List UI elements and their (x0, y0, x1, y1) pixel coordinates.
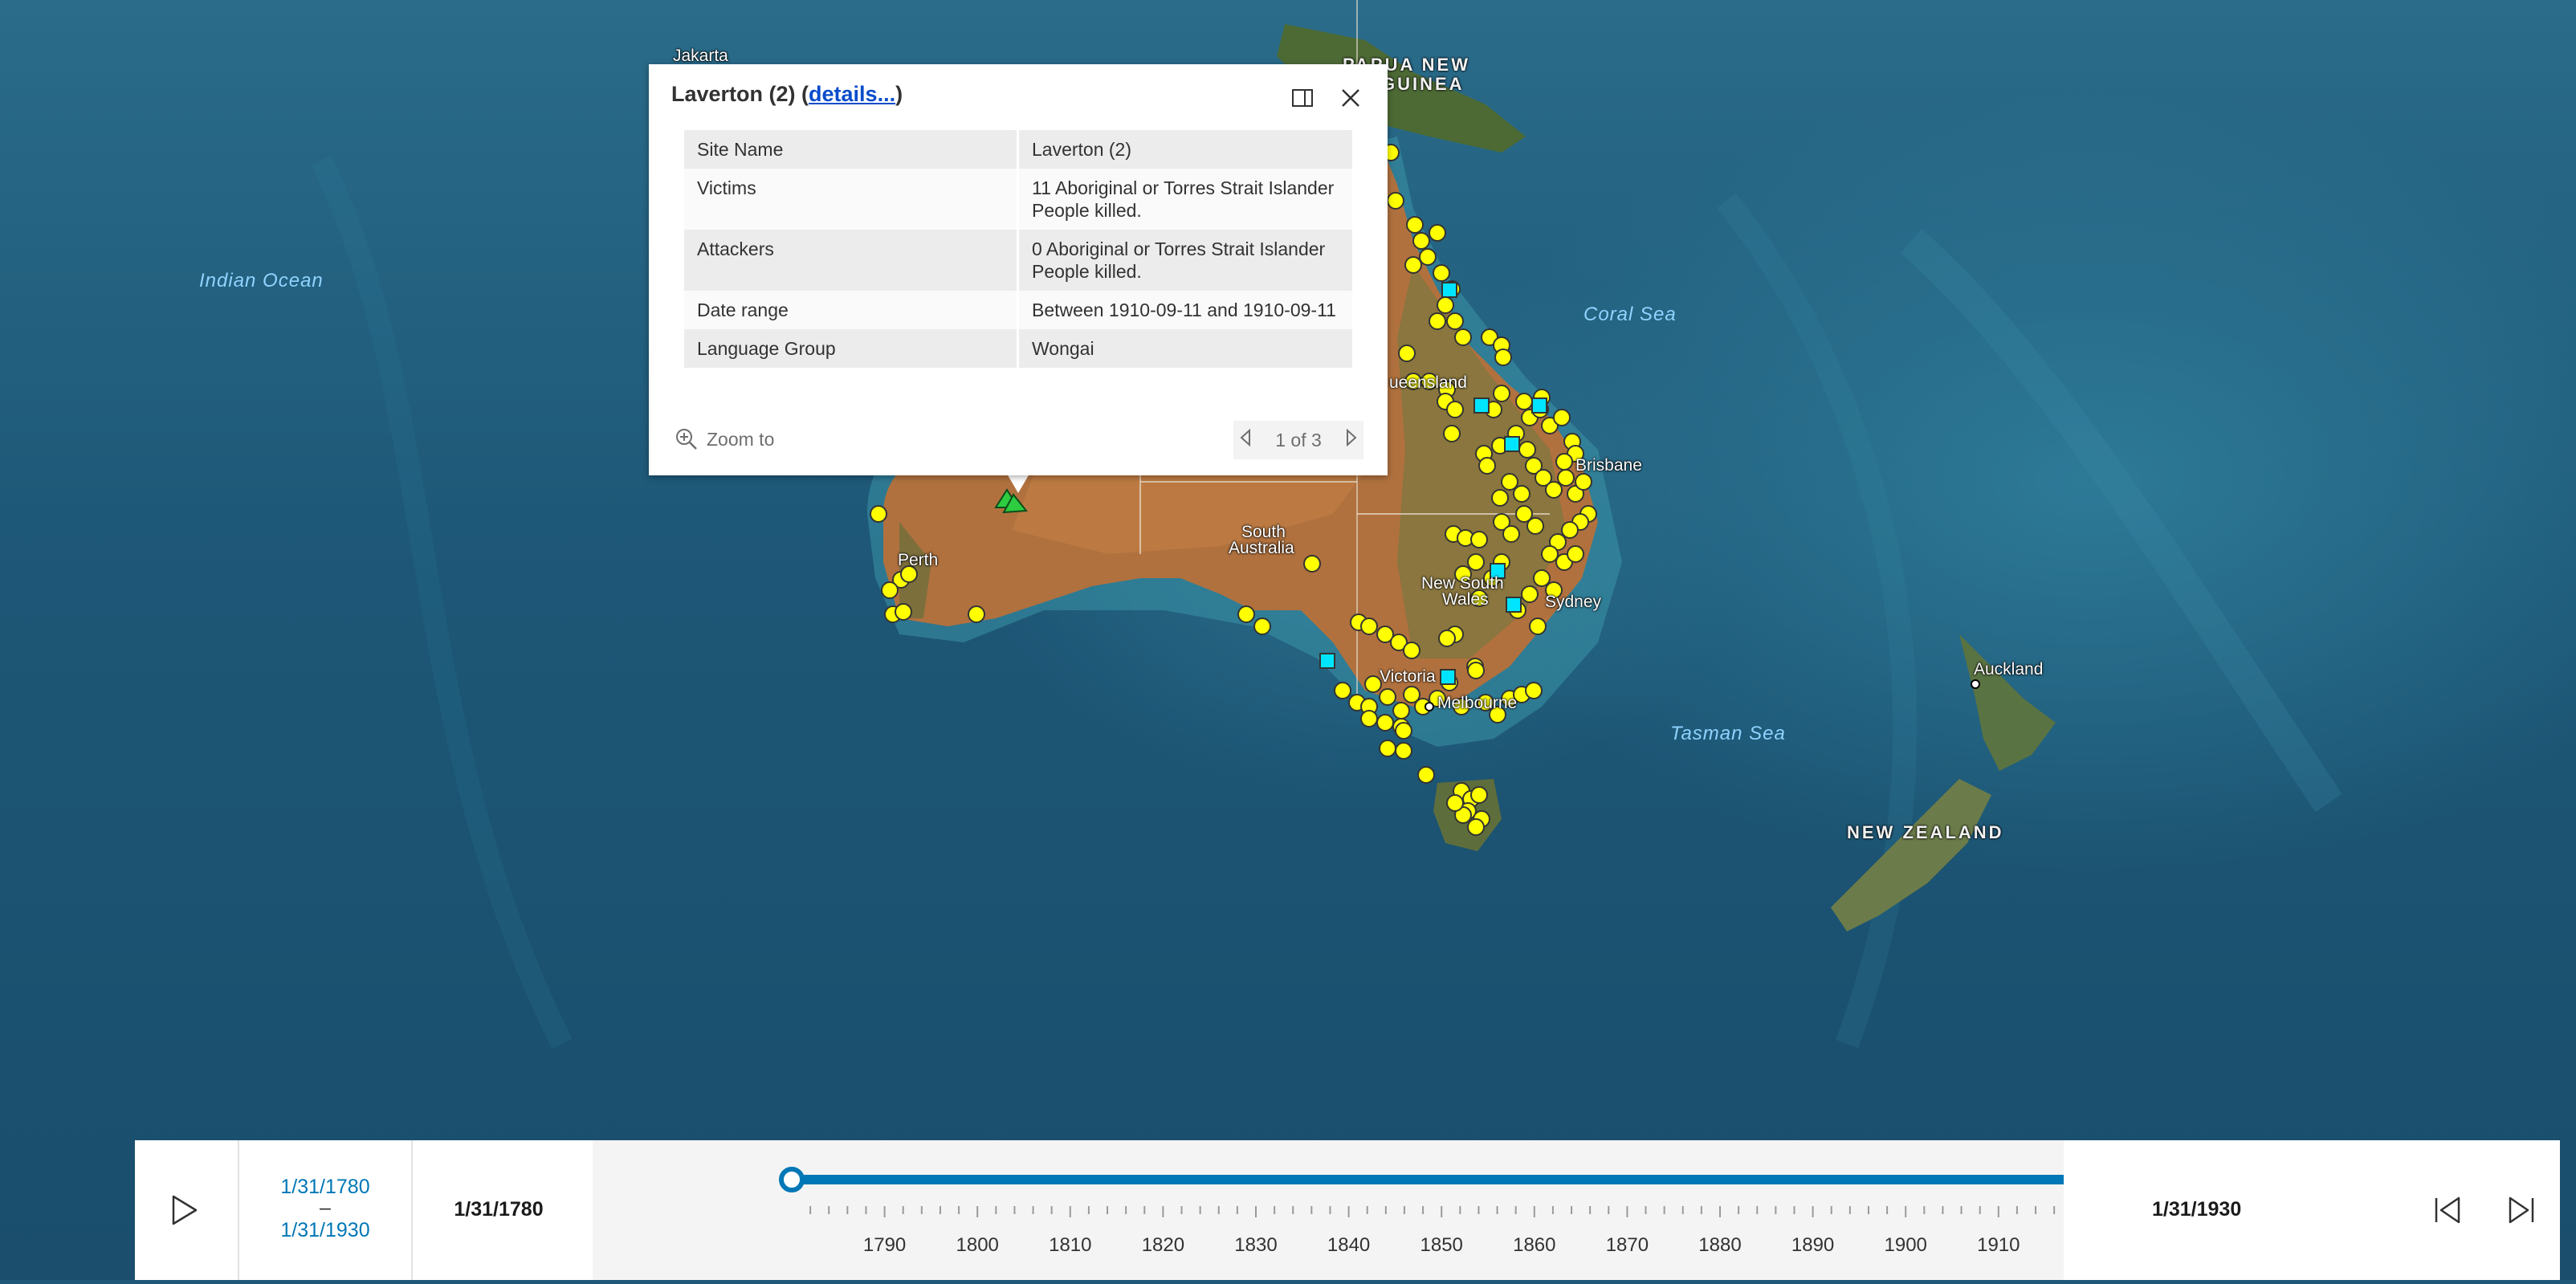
table-row: Attackers 0 Aboriginal or Torres Strait I… (684, 230, 1352, 291)
zoom-to-button[interactable]: Zoom to (675, 427, 774, 451)
year-tick-label: 1840 (1327, 1234, 1370, 1256)
table-row: Victims 11 Aboriginal or Torres Strait Is… (684, 169, 1352, 230)
field-value: Laverton (2) (1017, 130, 1352, 169)
label-png-line2: GUINEA (1381, 74, 1465, 94)
label-victoria: Victoria (1380, 667, 1436, 686)
field-value: Wongai (1017, 329, 1352, 368)
dock-button[interactable] (1288, 84, 1317, 112)
year-tick-label: 1810 (1049, 1234, 1091, 1256)
slider-track-area[interactable]: 1790 1800 1810 1820 1830 1840 1850 1860 1870 1880… (593, 1140, 2206, 1280)
attribute-table: Site Name Laverton (2) Victims 11 Aborigin… (684, 130, 1352, 368)
field-name: Victims (684, 169, 1019, 230)
label-nsw-2: Wales (1442, 590, 1489, 609)
label-jakarta: Jakarta (673, 47, 728, 65)
popup-title-suffix: ) (895, 82, 903, 106)
time-slider: 1/31/1780 – 1/31/1930 1/31/1780 1790 1800… (135, 1140, 2560, 1280)
feature-pager: 1 of 3 (1233, 421, 1363, 459)
new-zealand-north (1959, 634, 2056, 771)
dock-icon (1292, 89, 1313, 107)
previous-step-button[interactable] (2412, 1140, 2484, 1280)
feature-popup: Laverton (2) (details...) Site Name Laver… (649, 64, 1388, 475)
chevron-right-icon (1346, 428, 1357, 447)
previous-feature-button[interactable] (1233, 428, 1257, 452)
year-tick-label: 1900 (1885, 1234, 1927, 1256)
play-button[interactable] (135, 1140, 239, 1280)
year-tick-label: 1820 (1142, 1234, 1184, 1256)
label-tasman-sea: Tasman Sea (1670, 723, 1786, 744)
popup-title: Laverton (2) (details...) (671, 82, 903, 107)
field-value: Between 1910-09-11 and 1910-09-11 (1017, 291, 1352, 329)
field-name: Site Name (684, 130, 1019, 169)
range-end-date: 1/31/1930 (280, 1219, 370, 1241)
field-value: 0 Aboriginal or Torres Strait Islander P… (1017, 230, 1352, 291)
next-step-button[interactable] (2484, 1140, 2557, 1280)
zoom-in-icon (676, 429, 697, 450)
year-tick-label: 1850 (1420, 1234, 1463, 1256)
label-brisbane: Brisbane (1575, 456, 1642, 475)
field-name: Attackers (684, 230, 1019, 291)
pager-count: 1 of 3 (1275, 429, 1322, 450)
label-queensland: ueensland (1389, 373, 1467, 392)
field-name: Date range (684, 291, 1019, 329)
range-start-thumb[interactable] (779, 1167, 805, 1192)
step-forward-icon (2509, 1196, 2534, 1224)
table-row: Date range Between 1910-09-11 and 1910-09… (684, 291, 1352, 329)
time-extent-display: 1/31/1780 – 1/31/1930 (239, 1140, 413, 1280)
range-start-date: 1/31/1780 (280, 1176, 370, 1198)
next-feature-button[interactable] (1339, 428, 1363, 452)
year-tick-label: 1800 (956, 1234, 999, 1256)
popup-title-prefix: Laverton (2) ( (671, 82, 809, 106)
label-perth: Perth (898, 551, 939, 569)
label-coral-sea: Coral Sea (1584, 304, 1677, 325)
max-date-label: 1/31/1930 (2152, 1198, 2242, 1221)
chevron-left-icon (1240, 428, 1250, 447)
close-button[interactable] (1336, 84, 1365, 112)
label-new-zealand: NEW ZEALAND (1847, 822, 2004, 842)
step-back-icon (2435, 1196, 2460, 1224)
table-row: Language Group Wongai (684, 329, 1352, 368)
label-south-australia-2: Australia (1229, 539, 1294, 557)
popup-pointer (1007, 474, 1029, 493)
zoom-to-label: Zoom to (707, 428, 775, 450)
label-auckland: Auckland (1974, 660, 2044, 679)
min-date-cell: 1/31/1780 (413, 1140, 585, 1280)
label-melbourne: Melbourne (1437, 694, 1518, 712)
details-link[interactable]: details... (809, 82, 895, 106)
slider-track[interactable]: 1790 1800 1810 1820 1830 1840 1850 1860 1870 1880… (593, 1140, 2206, 1280)
year-tick-label: 1880 (1698, 1234, 1741, 1256)
field-name: Language Group (684, 329, 1019, 368)
year-tick-label: 1830 (1234, 1234, 1277, 1256)
table-row: Site Name Laverton (2) (684, 130, 1352, 169)
close-icon (1342, 89, 1359, 107)
min-date-label: 1/31/1780 (454, 1198, 544, 1221)
year-tick-label: 1910 (1977, 1234, 2020, 1256)
year-tick-label: 1790 (863, 1234, 906, 1256)
year-tick-label: 1870 (1606, 1234, 1649, 1256)
field-value: 11 Aboriginal or Torres Strait Islander … (1017, 169, 1352, 230)
max-date-cell: 1/31/1930 (2064, 1140, 2313, 1280)
range-separator: – (320, 1196, 331, 1219)
label-indian-ocean: Indian Ocean (199, 270, 324, 291)
label-sydney: Sydney (1545, 593, 1602, 611)
year-tick-label: 1890 (1791, 1234, 1834, 1256)
year-tick-label: 1860 (1513, 1234, 1555, 1256)
play-icon (172, 1195, 198, 1225)
